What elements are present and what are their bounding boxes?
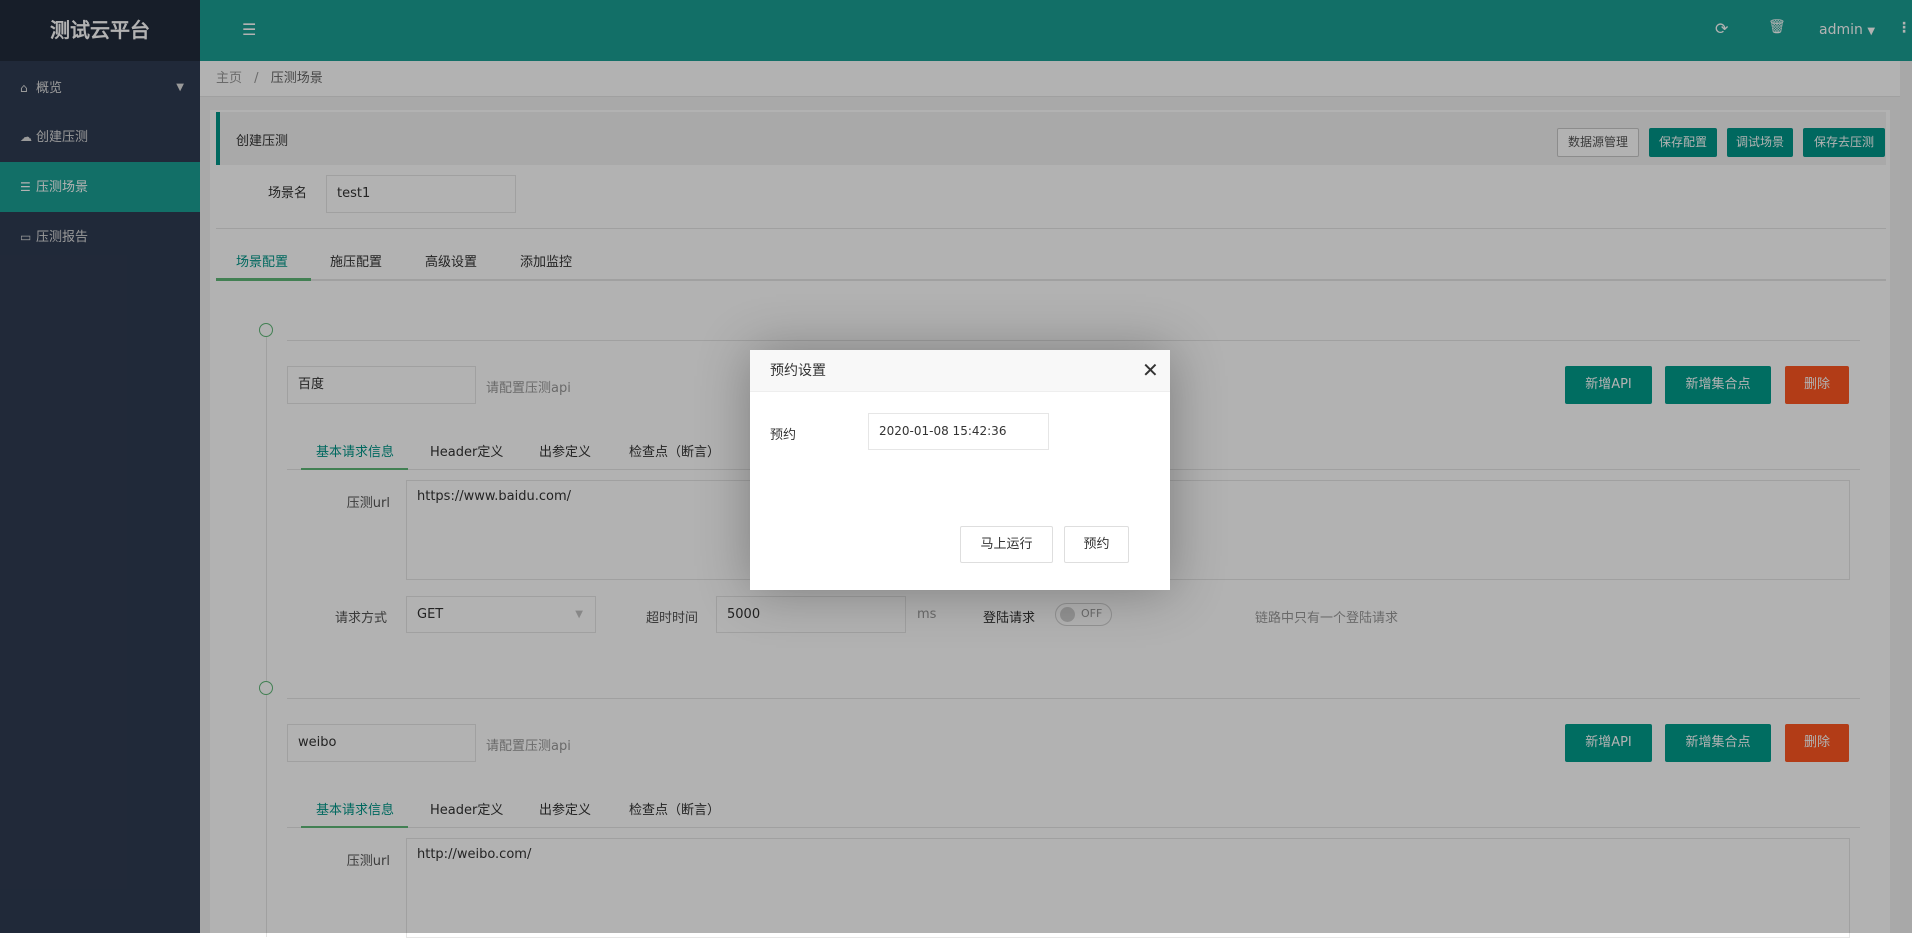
schedule-time-input[interactable]: 2020-01-08 15:42:36	[868, 413, 1049, 450]
schedule-label: 预约	[770, 428, 797, 443]
schedule-button[interactable]: 预约	[1064, 526, 1129, 563]
run-now-button[interactable]: 马上运行	[960, 526, 1053, 563]
dialog-title: 预约设置	[750, 350, 1170, 392]
schedule-dialog: 预约设置 ✕ 预约 2020-01-08 15:42:36 马上运行 预约	[750, 350, 1170, 590]
close-icon[interactable]: ✕	[1142, 358, 1159, 382]
